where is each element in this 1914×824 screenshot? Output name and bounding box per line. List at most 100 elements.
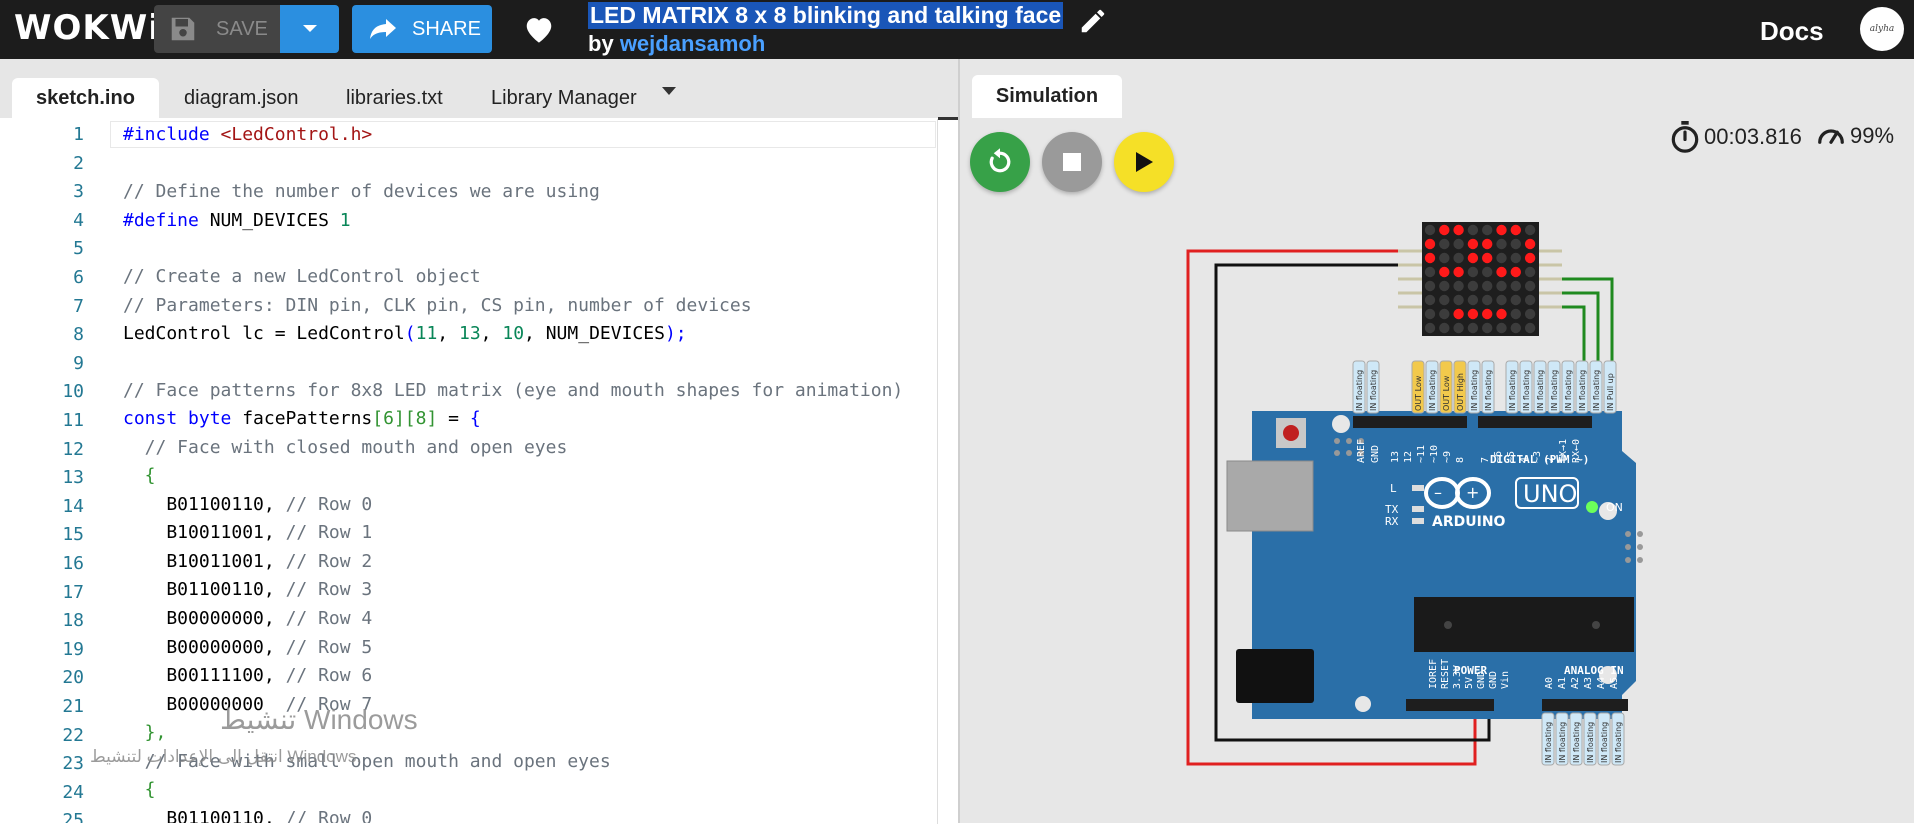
svg-text:IN floating: IN floating <box>1550 370 1559 411</box>
line-number: 11 <box>62 410 84 431</box>
floppy-disk-icon <box>171 17 195 41</box>
tab-libraries-txt[interactable]: libraries.txt <box>322 78 467 118</box>
pin-label: 8 <box>1455 457 1466 463</box>
svg-text:IN floating: IN floating <box>1544 722 1553 763</box>
top-bar: WOKWi SAVE SHARE LED MATRIX 8 x 8 blinki… <box>0 0 1914 59</box>
code-line-8: LedControl lc = LedControl(11, 13, 10, N… <box>123 323 687 344</box>
matrix-led <box>1453 280 1464 292</box>
circuit-canvas[interactable]: – + ARDUINO UNO ON L TX RX DIGITAL (PWM … <box>960 59 1914 823</box>
pencil-edit-icon[interactable] <box>1078 6 1108 36</box>
matrix-led <box>1496 308 1507 320</box>
matrix-led <box>1439 266 1450 278</box>
led-matrix-module[interactable] <box>1398 222 1562 336</box>
chip-dot <box>1592 621 1600 629</box>
matrix-led <box>1510 266 1521 278</box>
editor-pane: sketch.ino diagram.json libraries.txt Li… <box>0 59 958 824</box>
heart-icon[interactable] <box>522 14 556 44</box>
code-line-18: B00000000, // Row 4 <box>123 608 373 629</box>
pin-state-tag: IN floating <box>1583 712 1597 766</box>
svg-text:IN floating: IN floating <box>1470 370 1479 411</box>
rx-label: RX <box>1385 515 1399 528</box>
pin-label: ~3 <box>1532 451 1543 463</box>
matrix-body <box>1422 222 1539 336</box>
pin-label: IOREF <box>1428 659 1439 689</box>
code-line-10: // Face patterns for 8x8 LED matrix (eye… <box>123 380 904 401</box>
code-line-14: B01100110, // Row 0 <box>123 494 373 515</box>
matrix-led <box>1510 294 1521 306</box>
share-arrow-icon <box>370 19 396 39</box>
matrix-led <box>1496 322 1507 334</box>
code-line-16: B10011001, // Row 2 <box>123 551 373 572</box>
matrix-led <box>1424 252 1436 264</box>
pin-state-tag: IN floating <box>1352 360 1366 414</box>
pin-state-tag: IN floating <box>1425 360 1439 414</box>
project-title[interactable]: LED MATRIX 8 x 8 blinking and talking fa… <box>588 2 1064 29</box>
svg-text:IN floating: IN floating <box>1586 722 1595 763</box>
line-number: 6 <box>73 267 84 288</box>
matrix-led <box>1439 322 1450 334</box>
pin-label: RESET <box>1440 659 1451 689</box>
pin-label: ~10 <box>1429 445 1440 463</box>
matrix-led <box>1424 280 1436 292</box>
reset-button[interactable] <box>1283 425 1299 441</box>
avatar[interactable]: alyha <box>1860 7 1904 51</box>
pin-label: RX←0 <box>1571 439 1582 463</box>
matrix-led <box>1524 266 1536 278</box>
pin-label: GND <box>1476 671 1487 689</box>
share-button[interactable]: SHARE <box>352 5 492 53</box>
logo-minus: – <box>1434 483 1442 502</box>
matrix-led <box>1453 294 1464 306</box>
wire-cs[interactable] <box>1548 291 1600 364</box>
editor-scrollbar[interactable] <box>937 119 938 824</box>
matrix-led <box>1496 266 1507 278</box>
analog-header <box>1542 699 1628 711</box>
matrix-led <box>1467 322 1479 334</box>
matrix-led <box>1453 322 1464 334</box>
matrix-led <box>1424 294 1436 306</box>
tab-library-manager[interactable]: Library Manager <box>467 78 661 118</box>
matrix-led <box>1510 238 1521 250</box>
author-link[interactable]: wejdansamoh <box>620 31 765 56</box>
pin-label: A5 <box>1609 677 1620 689</box>
pin-label: A4 <box>1596 677 1607 689</box>
matrix-led <box>1467 294 1479 306</box>
matrix-led <box>1524 308 1536 320</box>
matrix-led <box>1453 308 1464 320</box>
l-led <box>1412 485 1424 491</box>
chevron-down-icon <box>302 25 317 32</box>
svg-text:IN floating: IN floating <box>1484 370 1493 411</box>
pin-label: 12 <box>1403 451 1414 463</box>
code-line-12: // Face with closed mouth and open eyes <box>123 437 568 458</box>
code-line-20: B00111100, // Row 6 <box>123 665 373 686</box>
wokwi-logo[interactable]: WOKWi <box>14 8 161 48</box>
arduino-uno-board[interactable]: – + ARDUINO UNO ON L TX RX DIGITAL (PWM … <box>1226 360 1643 766</box>
wire-clk[interactable] <box>1548 305 1586 364</box>
code-editor[interactable]: 1 2 3 4 5 6 7 8 9 10 11 12 13 14 15 16 17 18 19 20 21 22 23 24 2… <box>0 118 958 823</box>
docs-link[interactable]: Docs <box>1760 16 1824 47</box>
line-number: 20 <box>62 667 84 689</box>
matrix-led <box>1424 308 1436 320</box>
matrix-left-pins <box>1398 249 1422 309</box>
tab-diagram-json[interactable]: diagram.json <box>160 78 323 118</box>
svg-text:OUT Low: OUT Low <box>1414 375 1423 411</box>
matrix-led <box>1453 224 1464 236</box>
save-dropdown-button[interactable] <box>280 5 339 53</box>
matrix-led <box>1510 280 1521 292</box>
save-button[interactable]: SAVE <box>154 5 280 53</box>
pin-state-tag: IN Pull up <box>1603 360 1617 414</box>
power-header <box>1406 699 1494 711</box>
matrix-led <box>1482 308 1493 320</box>
svg-text:IN floating: IN floating <box>1578 370 1587 411</box>
matrix-led <box>1439 224 1450 236</box>
rx-led <box>1412 518 1424 524</box>
svg-text:IN floating: IN floating <box>1369 370 1378 411</box>
code-line-22: }, <box>123 722 167 743</box>
svg-text:IN floating: IN floating <box>1564 370 1573 411</box>
analog-label: ANALOG IN <box>1564 664 1624 677</box>
tab-menu-caret-icon[interactable] <box>662 87 676 95</box>
matrix-led <box>1453 238 1464 250</box>
svg-text:IN floating: IN floating <box>1600 722 1609 763</box>
matrix-led <box>1482 252 1493 264</box>
tab-sketch-ino[interactable]: sketch.ino <box>12 78 159 118</box>
matrix-led <box>1453 252 1464 264</box>
